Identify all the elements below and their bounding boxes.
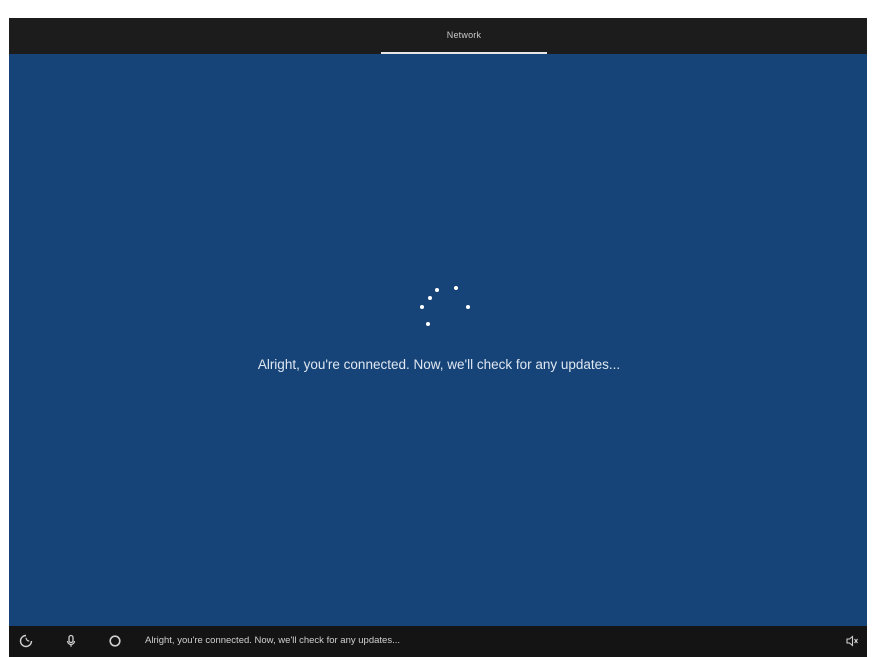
spinner-dot [426,322,430,326]
volume-icon[interactable] [845,634,859,648]
taskbar: Alright, you're connected. Now, we'll ch… [9,626,867,657]
top-bar: Network [9,18,867,54]
cortana-icon[interactable] [108,634,122,648]
spinner-dot [466,305,470,309]
main-panel: Alright, you're connected. Now, we'll ch… [9,54,867,626]
taskbar-status-text: Alright, you're connected. Now, we'll ch… [145,635,400,646]
spinner-dot [454,286,458,290]
ease-of-access-icon[interactable] [19,634,33,648]
status-message: Alright, you're connected. Now, we'll ch… [257,357,621,372]
spinner-dot [428,296,432,300]
microphone-icon[interactable] [64,634,78,648]
spinner-dot [420,305,424,309]
loading-spinner-icon [414,283,474,333]
spinner-dot [435,288,439,292]
tab-network[interactable]: Network [381,18,547,54]
oobe-window: Network Alright, you're connected. Now, … [9,18,867,657]
tab-network-label: Network [446,30,482,40]
